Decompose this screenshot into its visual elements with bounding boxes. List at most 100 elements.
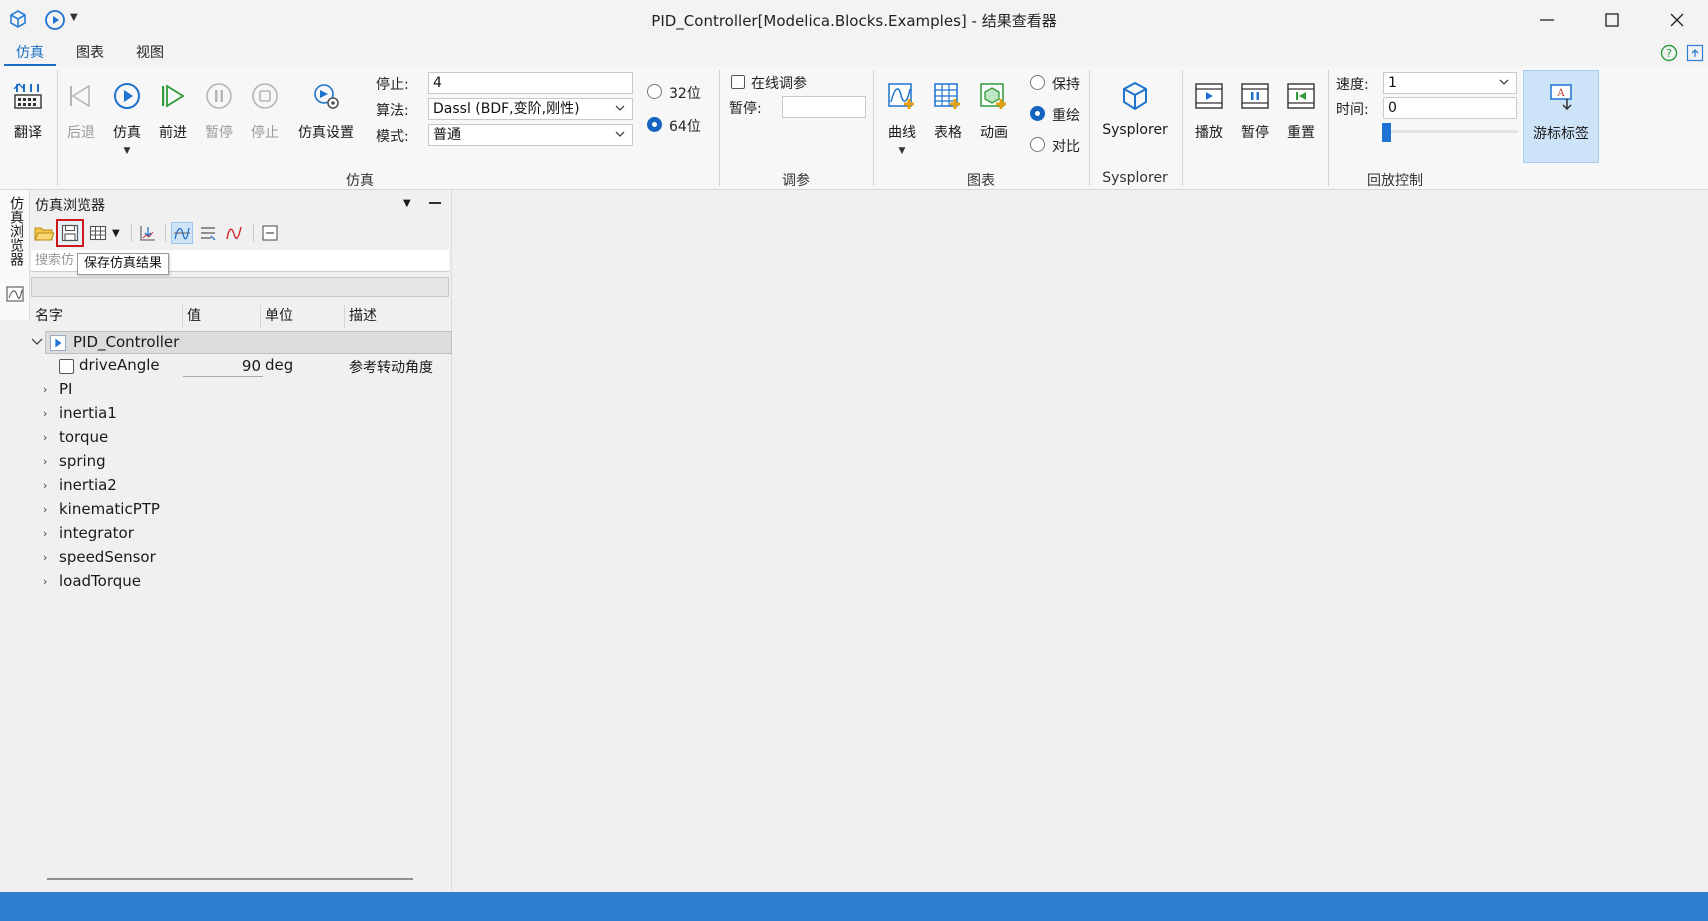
tree-root-label: PID_Controller bbox=[73, 333, 180, 351]
table-grid-icon bbox=[934, 83, 960, 109]
playback-pause-label: 暂停 bbox=[1241, 125, 1269, 141]
simulate-dropdown-icon[interactable]: ▼ bbox=[104, 146, 150, 156]
panel-minimize-icon[interactable] bbox=[429, 202, 441, 204]
radio-64bit[interactable] bbox=[647, 117, 662, 132]
horizontal-scrollbar[interactable] bbox=[47, 878, 413, 880]
chart-tab-icon[interactable] bbox=[6, 286, 24, 302]
save-result-button[interactable] bbox=[56, 219, 84, 247]
online-tuning-checkbox[interactable] bbox=[731, 75, 745, 89]
simulation-browser-panel: 仿真浏览器 ▼ ▼ 搜索仿 保存仿真结果 名字 值 单位 描述 PID_Cont… bbox=[31, 190, 452, 892]
forward-label: 前进 bbox=[159, 125, 187, 141]
curve-dropdown-icon[interactable]: ▼ bbox=[879, 146, 925, 156]
show-variables-button[interactable] bbox=[171, 222, 193, 244]
tab-chart[interactable]: 图表 bbox=[64, 42, 116, 66]
chevron-right-icon: › bbox=[43, 479, 48, 492]
pause-button[interactable]: 暂停 bbox=[196, 76, 242, 160]
tree-item[interactable]: › loadTorque bbox=[43, 572, 343, 594]
step-back-icon bbox=[70, 84, 90, 108]
tree-item[interactable]: › inertia2 bbox=[43, 476, 343, 498]
tree-item[interactable]: › PI bbox=[43, 380, 343, 402]
tree-item[interactable]: › inertia1 bbox=[43, 404, 343, 426]
close-icon bbox=[1670, 13, 1684, 27]
help-icon[interactable]: ? bbox=[1660, 44, 1678, 62]
minimize-button[interactable] bbox=[1516, 0, 1578, 40]
playback-slider-track[interactable] bbox=[1384, 130, 1518, 133]
tree-item[interactable]: › torque bbox=[43, 428, 343, 450]
radio-compare[interactable] bbox=[1030, 137, 1045, 152]
window-title: PID_Controller[Modelica.Blocks.Examples]… bbox=[651, 12, 1057, 30]
forward-button[interactable]: 前进 bbox=[150, 76, 196, 160]
drive-angle-checkbox[interactable] bbox=[59, 359, 74, 374]
table-button[interactable]: 表格 bbox=[925, 76, 971, 160]
ribbon-collapse-icon[interactable] bbox=[1686, 44, 1704, 62]
group-label-sysplorer: Sysplorer bbox=[1102, 170, 1168, 186]
filter-bar[interactable] bbox=[31, 277, 449, 297]
table-view-dropdown-icon[interactable]: ▼ bbox=[112, 228, 120, 239]
reset-button[interactable]: 重置 bbox=[1278, 76, 1324, 160]
collapse-all-button[interactable] bbox=[259, 222, 281, 244]
tuning-pause-field[interactable] bbox=[782, 96, 866, 118]
playback-pause-button[interactable]: 暂停 bbox=[1232, 76, 1278, 160]
sysplorer-label: Sysplorer bbox=[1102, 122, 1168, 138]
translate-button[interactable]: 翻译 bbox=[5, 76, 51, 160]
variable-curve-icon bbox=[174, 227, 190, 240]
column-header-value[interactable]: 值 bbox=[183, 305, 261, 328]
algorithm-select[interactable]: Dassl (BDF,变阶,刚性) bbox=[428, 98, 633, 120]
radio-compare-label: 对比 bbox=[1052, 139, 1080, 155]
export-button[interactable] bbox=[137, 222, 159, 244]
tab-view[interactable]: 视图 bbox=[124, 42, 176, 66]
film-pause-icon bbox=[1241, 83, 1269, 109]
animation-button[interactable]: 动画 bbox=[971, 76, 1017, 160]
film-play-icon bbox=[1195, 83, 1223, 109]
radio-keep[interactable] bbox=[1030, 75, 1045, 90]
group-label-chart: 图表 bbox=[967, 173, 995, 189]
open-result-button[interactable] bbox=[33, 222, 55, 244]
playback-slider-thumb[interactable] bbox=[1382, 123, 1391, 142]
side-tab-simulation-browser[interactable]: 仿真浏览器 bbox=[0, 190, 30, 320]
stop-time-field[interactable]: 4 bbox=[428, 72, 633, 94]
tree-item[interactable]: › speedSensor bbox=[43, 548, 343, 570]
back-button[interactable]: 后退 bbox=[58, 76, 104, 160]
maximize-button[interactable] bbox=[1581, 0, 1643, 40]
column-header-unit[interactable]: 单位 bbox=[261, 305, 345, 328]
show-curves-button[interactable] bbox=[223, 222, 245, 244]
film-reset-icon bbox=[1287, 83, 1315, 109]
param-value-field[interactable]: 90 bbox=[183, 357, 263, 377]
param-unit: deg bbox=[265, 356, 294, 374]
speed-label: 速度: bbox=[1336, 77, 1369, 93]
stop-button[interactable]: 停止 bbox=[242, 76, 288, 160]
tree-root-row[interactable]: PID_Controller bbox=[45, 331, 452, 354]
play-button[interactable]: 播放 bbox=[1186, 76, 1232, 160]
sysplorer-button[interactable]: Sysplorer bbox=[1097, 76, 1173, 160]
simulate-button[interactable]: 仿真 ▼ bbox=[104, 76, 150, 160]
table-view-button[interactable] bbox=[87, 222, 109, 244]
radio-32bit-label: 32位 bbox=[669, 86, 701, 102]
column-header-name[interactable]: 名字 bbox=[31, 305, 183, 328]
speed-select[interactable]: 1 bbox=[1383, 72, 1517, 94]
chevron-right-icon: › bbox=[43, 455, 48, 468]
radio-32bit[interactable] bbox=[647, 84, 662, 99]
radio-redraw[interactable] bbox=[1030, 106, 1045, 121]
tab-simulation[interactable]: 仿真 bbox=[4, 42, 56, 66]
param-name: driveAngle bbox=[79, 356, 160, 374]
close-button[interactable] bbox=[1646, 0, 1708, 40]
tree-item-label: inertia2 bbox=[59, 476, 117, 494]
tree-item-label: loadTorque bbox=[59, 572, 142, 590]
cursor-tag-button[interactable]: A 游标标签 bbox=[1523, 70, 1599, 163]
tree-item[interactable]: › spring bbox=[43, 452, 343, 474]
pause-circle-icon bbox=[206, 83, 232, 109]
column-header-description[interactable]: 描述 bbox=[345, 305, 449, 328]
simulation-settings-button[interactable]: 仿真设置 bbox=[292, 76, 360, 160]
ribbon-separator bbox=[873, 70, 874, 186]
panel-menu-icon[interactable]: ▼ bbox=[403, 198, 411, 209]
show-params-button[interactable] bbox=[197, 222, 219, 244]
mode-select[interactable]: 普通 bbox=[428, 124, 633, 146]
time-field[interactable]: 0 bbox=[1383, 97, 1517, 119]
sysplorer-cube-icon bbox=[1123, 81, 1147, 111]
tree-expand-chevron-icon[interactable] bbox=[31, 337, 43, 347]
tree-item[interactable]: › integrator bbox=[43, 524, 343, 546]
toolbar-separator bbox=[165, 224, 166, 242]
tree-item[interactable]: › kinematicPTP bbox=[43, 500, 343, 522]
status-bar bbox=[0, 892, 1708, 921]
curve-button[interactable]: 曲线 ▼ bbox=[879, 76, 925, 160]
